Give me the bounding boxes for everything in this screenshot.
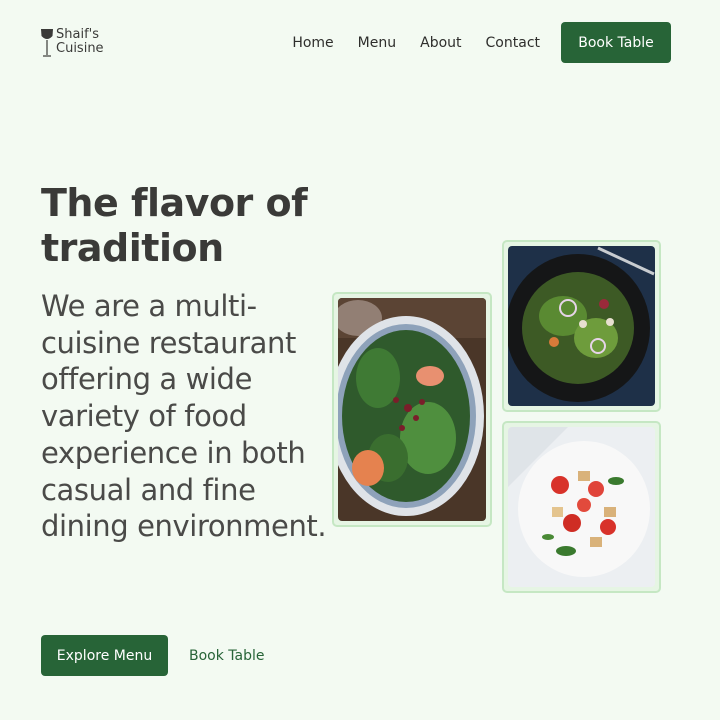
hero-actions: Explore Menu Book Table xyxy=(41,635,265,676)
tomato-crouton-salad-image xyxy=(502,421,661,593)
hero-title: The flavor of tradition xyxy=(41,181,308,270)
nav-book-table-button[interactable]: Book Table xyxy=(561,22,671,63)
tomato-crouton-salad-graphic xyxy=(508,427,655,587)
hero-book-table-button[interactable]: Book Table xyxy=(189,648,265,664)
nav-link-menu[interactable]: Menu xyxy=(358,35,396,51)
dark-bowl-salad-image xyxy=(502,240,661,412)
nav-link-contact[interactable]: Contact xyxy=(486,35,540,51)
brand-name-line1: Shaif's xyxy=(56,27,99,42)
hero-description: We are a multi-cuisine restaurant offeri… xyxy=(41,289,327,544)
wine-glass-icon xyxy=(41,29,53,57)
brand-logo[interactable]: Shaif's Cuisine xyxy=(40,28,104,58)
salad-platter-graphic xyxy=(338,298,486,521)
explore-menu-button[interactable]: Explore Menu xyxy=(41,635,168,676)
brand-name: Shaif's Cuisine xyxy=(56,28,104,56)
main-nav: Home Menu About Contact Book Table xyxy=(292,22,671,63)
nav-link-home[interactable]: Home xyxy=(292,35,333,51)
dark-bowl-salad-graphic xyxy=(508,246,655,406)
brand-name-line2: Cuisine xyxy=(56,41,104,56)
salad-platter-image xyxy=(332,292,492,527)
nav-link-about[interactable]: About xyxy=(420,35,461,51)
